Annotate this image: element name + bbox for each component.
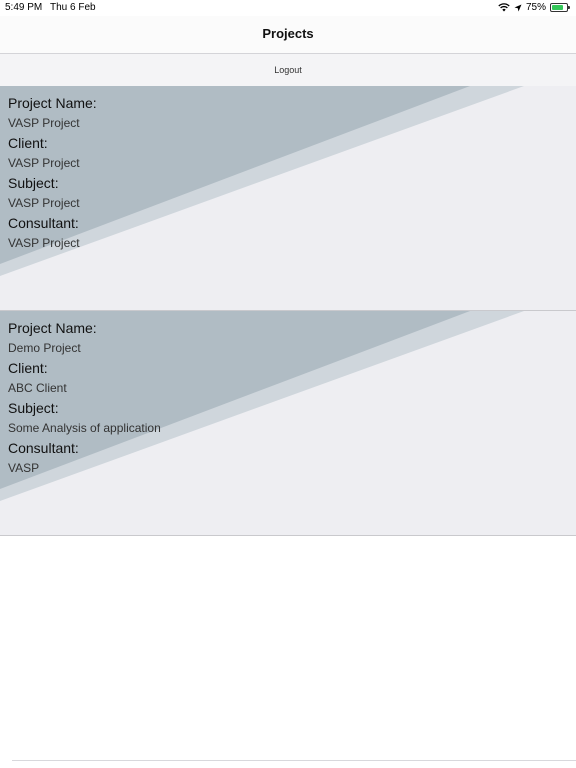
consultant-value: VASP	[8, 461, 40, 475]
client-label: Client:	[8, 360, 48, 376]
project-card[interactable]: Project Name: VASP Project Client: VASP …	[0, 86, 576, 311]
client-label: Client:	[8, 135, 48, 151]
location-arrow-icon	[514, 4, 522, 11]
project-details: Project Name: Demo Project Client: ABC C…	[8, 318, 161, 478]
status-time: 5:49 PM	[5, 2, 43, 13]
subject-label: Subject:	[8, 175, 59, 191]
navigation-bar: Projects	[0, 16, 576, 54]
logout-button[interactable]: Logout	[0, 65, 576, 75]
battery-percent: 75%	[525, 2, 546, 13]
project-name-value: Demo Project	[8, 341, 81, 355]
status-indicators: 75%	[498, 2, 570, 13]
wifi-icon	[498, 3, 510, 12]
consultant-label: Consultant:	[8, 440, 79, 456]
consultant-label: Consultant:	[8, 215, 79, 231]
bottom-divider	[12, 760, 576, 761]
battery-icon	[550, 3, 570, 12]
subject-value: Some Analysis of application	[8, 421, 161, 435]
consultant-value: VASP Project	[8, 236, 80, 250]
project-name-value: VASP Project	[8, 116, 80, 130]
project-name-label: Project Name:	[8, 95, 97, 111]
page-title: Projects	[262, 26, 314, 41]
subject-label: Subject:	[8, 400, 59, 416]
project-card[interactable]: Project Name: Demo Project Client: ABC C…	[0, 311, 576, 536]
status-date: Thu 6 Feb	[50, 2, 96, 13]
toolbar: Logout	[0, 54, 576, 87]
project-name-label: Project Name:	[8, 320, 97, 336]
status-bar: 5:49 PM Thu 6 Feb 75%	[0, 0, 576, 16]
client-value: ABC Client	[8, 381, 67, 395]
client-value: VASP Project	[8, 156, 80, 170]
subject-value: VASP Project	[8, 196, 80, 210]
battery-fill	[552, 5, 563, 10]
project-details: Project Name: VASP Project Client: VASP …	[8, 93, 97, 253]
